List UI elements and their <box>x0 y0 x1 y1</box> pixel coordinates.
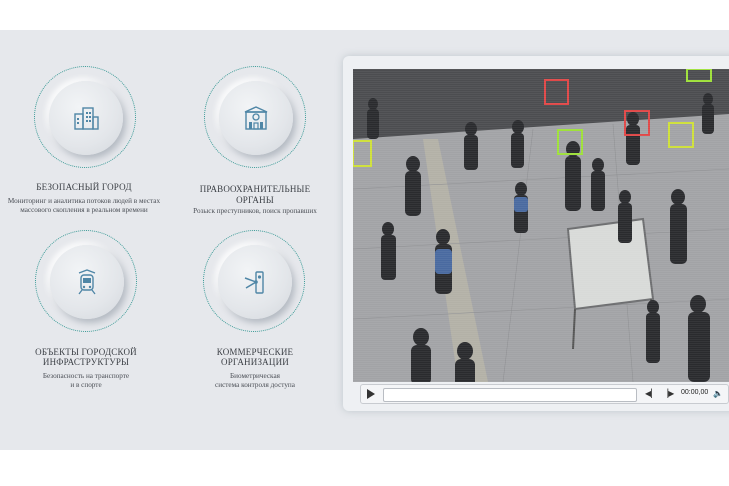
feature-commercial-organizations: КОММЕРЧЕСКИЕ ОРГАНИЗАЦИИ Биометрическая … <box>175 230 335 400</box>
feature-desc-line: и в спорте <box>70 381 102 389</box>
feature-title-line: ИНФРАСТРУКТУРЫ <box>42 357 130 367</box>
seek-bar[interactable] <box>383 388 637 402</box>
rewind-icon[interactable]: ◀▏ <box>645 389 657 399</box>
surveillance-video[interactable] <box>353 69 729 382</box>
feature-desc-line: Мониторинг и аналитика потоков людей в м… <box>7 197 161 205</box>
feature-city-infrastructure: ОБЪЕКТЫ ГОРОДСКОЙ ИНФРАСТРУКТУРЫ Безопас… <box>6 230 166 400</box>
feature-icon-ring <box>35 230 137 332</box>
feature-title-line: ОРГАНИЗАЦИИ <box>221 357 289 367</box>
video-controls-bar: ◀▏ ▕▶ 00:00,00 🔈 <box>360 384 729 404</box>
train-icon <box>78 269 96 295</box>
feature-title-line: ПРАВООХРАНИТЕЛЬНЫЕ <box>199 184 311 194</box>
city-buildings-icon <box>74 107 99 130</box>
feature-icon-button <box>218 245 292 319</box>
feature-safe-city: БЕЗОПАСНЫЙ ГОРОД Мониторинг и аналитика … <box>4 66 164 226</box>
crowd-scene-image <box>353 69 729 382</box>
turnstile-icon <box>244 271 264 294</box>
feature-desc-line: Биометрическая <box>230 372 280 380</box>
feature-desc-line: массового скопления в реальном времени <box>20 206 148 214</box>
time-display: 00:00,00 <box>681 389 709 396</box>
play-icon[interactable] <box>367 389 375 399</box>
police-station-icon <box>244 106 268 130</box>
feature-law-enforcement: ПРАВООХРАНИТЕЛЬНЫЕ ОРГАНЫ Розыск преступ… <box>175 66 335 226</box>
feature-icon-button <box>50 245 124 319</box>
feature-icon-ring <box>203 230 305 332</box>
feature-icon-button <box>49 81 123 155</box>
feature-icon-ring <box>34 66 136 168</box>
forward-icon[interactable]: ▕▶ <box>662 389 674 399</box>
feature-title: БЕЗОПАСНЫЙ ГОРОД <box>36 182 132 192</box>
feature-icon-ring <box>204 66 306 168</box>
feature-desc-line: Розыск преступников, поиск пропавших <box>193 207 317 215</box>
feature-icon-button <box>219 81 293 155</box>
feature-desc-line: система контроля доступа <box>215 381 295 389</box>
volume-icon[interactable]: 🔈 <box>713 389 723 399</box>
feature-desc-line: Безопасность на транспорте <box>42 372 130 380</box>
feature-title-line: ОРГАНЫ <box>236 195 274 205</box>
